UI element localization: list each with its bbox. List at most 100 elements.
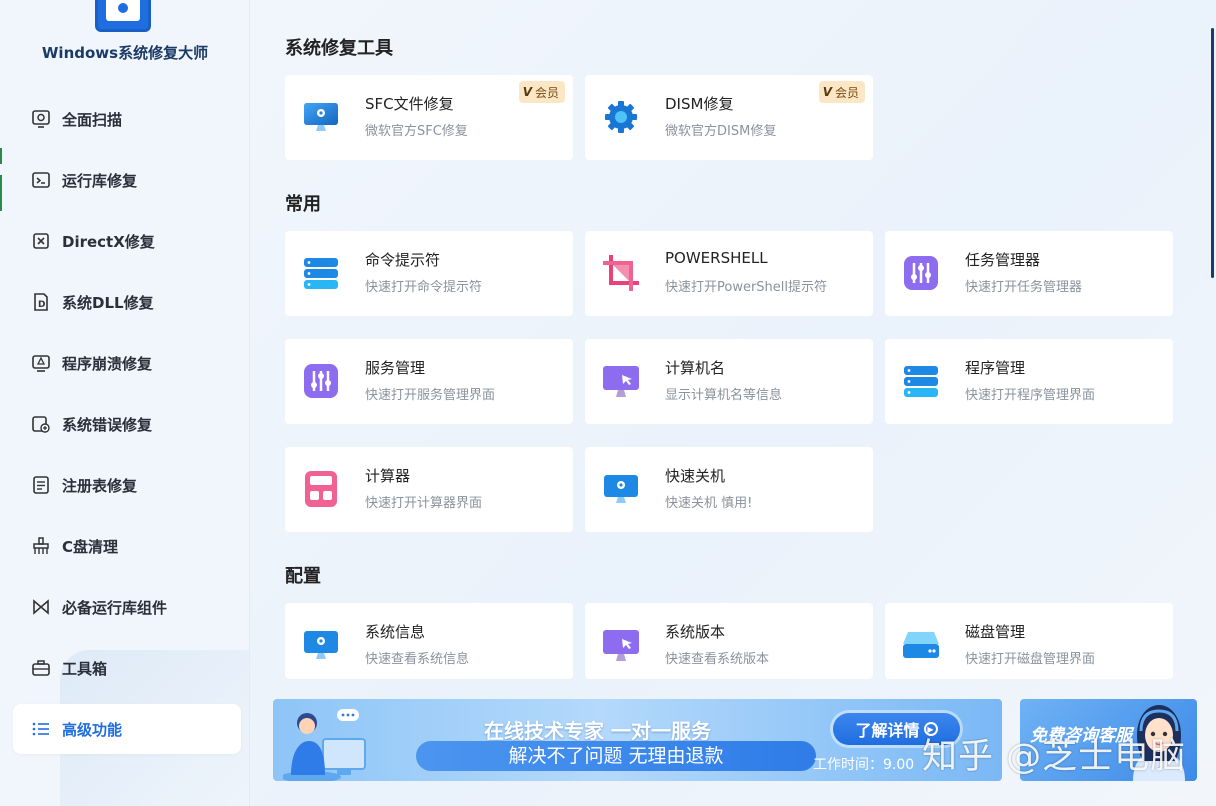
card-title: DISM修复 bbox=[665, 95, 734, 113]
monitor-cursor-icon bbox=[601, 361, 641, 401]
card-calculator[interactable]: 计算器 快速打开计算器界面 bbox=[285, 447, 573, 532]
vip-mark: V bbox=[522, 85, 532, 99]
card-title: 磁盘管理 bbox=[965, 623, 1026, 641]
components-icon bbox=[31, 597, 51, 617]
card-description: 快速打开计算器界面 bbox=[365, 496, 483, 511]
sidebar-item-dll-repair[interactable]: D 系统DLL修复 bbox=[13, 277, 241, 327]
crash-icon bbox=[31, 353, 51, 373]
working-hours: 工作时间：9.00 bbox=[813, 757, 915, 773]
sidebar-item-label: 注册表修复 bbox=[62, 476, 138, 495]
sidebar-item-label: 系统DLL修复 bbox=[62, 293, 154, 312]
terminal-icon bbox=[31, 170, 51, 190]
card-description: 快速打开PowerShell提示符 bbox=[665, 280, 828, 295]
window-edge-marker bbox=[0, 148, 2, 164]
scan-icon bbox=[31, 109, 51, 129]
sidebar-item-toolbox[interactable]: 工具箱 bbox=[13, 643, 241, 693]
section-title-config: 配置 bbox=[285, 566, 321, 587]
section-title-common: 常用 bbox=[285, 194, 321, 215]
sidebar-item-system-error-repair[interactable]: 系统错误修复 bbox=[13, 399, 241, 449]
card-description: 快速打开磁盘管理界面 bbox=[965, 652, 1096, 667]
card-description: 快速查看系统版本 bbox=[665, 652, 770, 667]
card-dism-repair[interactable]: DISM修复 微软官方DISM修复 V 会员 bbox=[585, 75, 873, 160]
card-title: 命令提示符 bbox=[365, 251, 441, 269]
card-powershell[interactable]: POWERSHELL 快速打开PowerShell提示符 bbox=[585, 231, 873, 316]
server-stack-icon bbox=[301, 253, 341, 293]
card-service-manager[interactable]: 服务管理 快速打开服务管理界面 bbox=[285, 339, 573, 424]
sidebar-item-label: 系统错误修复 bbox=[62, 415, 153, 434]
toolbox-icon bbox=[31, 658, 51, 678]
card-description: 快速打开命令提示符 bbox=[365, 280, 483, 295]
card-computer-name[interactable]: 计算机名 显示计算机名等信息 bbox=[585, 339, 873, 424]
card-quick-shutdown[interactable]: 快速关机 快速关机 慎用! bbox=[585, 447, 873, 532]
sidebar: Windows系统修复大师 全面扫描 运行库修复 DirectX修复 D 系统D… bbox=[0, 0, 250, 806]
card-title: 系统信息 bbox=[365, 623, 426, 641]
scrollbar-thumb[interactable] bbox=[1211, 28, 1214, 278]
card-description: 显示计算机名等信息 bbox=[665, 388, 783, 403]
learn-more-label: 了解详情 bbox=[855, 721, 920, 740]
card-title: POWERSHELL bbox=[665, 249, 768, 267]
vip-badge: V 会员 bbox=[518, 81, 565, 103]
monitor-gear-icon bbox=[301, 625, 341, 665]
main-content: 系统修复工具 SFC文件修复 微软官方SFC修复 V 会员 DISM修复 微软官方… bbox=[250, 0, 1216, 806]
card-program-manager[interactable]: 程序管理 快速打开程序管理界面 bbox=[885, 339, 1173, 424]
directx-icon bbox=[31, 231, 51, 251]
card-title: 服务管理 bbox=[365, 359, 426, 377]
vip-badge-label: 会员 bbox=[534, 85, 559, 100]
card-task-manager[interactable]: 任务管理器 快速打开任务管理器 bbox=[885, 231, 1173, 316]
vip-mark: V bbox=[822, 85, 832, 99]
monitor-gear-icon bbox=[301, 97, 341, 137]
card-title: 程序管理 bbox=[965, 359, 1026, 377]
card-disk-manager[interactable]: 磁盘管理 快速打开磁盘管理界面 bbox=[885, 603, 1173, 679]
card-title: 快速关机 bbox=[665, 467, 726, 485]
card-description: 快速打开任务管理器 bbox=[965, 280, 1083, 295]
card-description: 快速查看系统信息 bbox=[365, 652, 470, 667]
card-title: 计算机名 bbox=[665, 359, 726, 377]
sidebar-item-c-drive-clean[interactable]: C盘清理 bbox=[13, 521, 241, 571]
vip-badge-label: 会员 bbox=[834, 85, 859, 100]
card-title: SFC文件修复 bbox=[365, 95, 454, 113]
card-command-prompt[interactable]: 命令提示符 快速打开命令提示符 bbox=[285, 231, 573, 316]
card-title: 任务管理器 bbox=[965, 251, 1041, 269]
broom-icon bbox=[31, 536, 51, 556]
card-sfc-repair[interactable]: SFC文件修复 微软官方SFC修复 V 会员 bbox=[285, 75, 573, 160]
watermark-text: 知乎 @芝士电脑 bbox=[922, 737, 1187, 777]
monitor-gear-icon bbox=[601, 469, 641, 509]
sidebar-item-label: 高级功能 bbox=[62, 720, 123, 739]
card-description: 快速打开服务管理界面 bbox=[365, 388, 496, 403]
list-icon bbox=[31, 719, 51, 739]
hard-drive-icon bbox=[901, 625, 941, 665]
sidebar-item-label: DirectX修复 bbox=[62, 232, 155, 251]
sidebar-item-full-scan[interactable]: 全面扫描 bbox=[13, 94, 241, 144]
gear-icon bbox=[601, 97, 641, 137]
card-description: 微软官方DISM修复 bbox=[665, 124, 777, 139]
sidebar-item-label: 必备运行库组件 bbox=[62, 598, 168, 617]
support-banner[interactable]: 在线技术专家 一对一服务 解决不了问题 无理由退款 了解详情 ▶ 工作时间：9.… bbox=[273, 699, 1002, 781]
calculator-icon bbox=[301, 469, 341, 509]
monitor-cursor-icon bbox=[601, 625, 641, 665]
banner-subline: 解决不了问题 无理由退款 bbox=[416, 741, 816, 771]
server-stack-icon bbox=[901, 361, 941, 401]
window-edge-marker bbox=[0, 175, 2, 211]
scrollbar[interactable] bbox=[1200, 0, 1216, 690]
sidebar-item-label: C盘清理 bbox=[62, 537, 119, 556]
sidebar-item-runtime-components[interactable]: 必备运行库组件 bbox=[13, 582, 241, 632]
svg-text:D: D bbox=[38, 300, 45, 310]
card-system-info[interactable]: 系统信息 快速查看系统信息 bbox=[285, 603, 573, 679]
sidebar-item-directx-repair[interactable]: DirectX修复 bbox=[13, 216, 241, 266]
dll-icon: D bbox=[31, 292, 51, 312]
app-logo-icon bbox=[95, 0, 151, 32]
sidebar-item-runtime-repair[interactable]: 运行库修复 bbox=[13, 155, 241, 205]
app-title: Windows系统修复大师 bbox=[41, 44, 209, 62]
sidebar-item-crash-repair[interactable]: 程序崩溃修复 bbox=[13, 338, 241, 388]
card-title: 系统版本 bbox=[665, 623, 726, 641]
card-description: 快速关机 慎用! bbox=[665, 496, 753, 511]
vip-badge: V 会员 bbox=[818, 81, 865, 103]
card-system-version[interactable]: 系统版本 快速查看系统版本 bbox=[585, 603, 873, 679]
sidebar-item-advanced[interactable]: 高级功能 bbox=[13, 704, 241, 754]
section-title-repair: 系统修复工具 bbox=[285, 38, 393, 59]
sliders-icon bbox=[301, 361, 341, 401]
sidebar-menu: 全面扫描 运行库修复 DirectX修复 D 系统DLL修复 程序崩溃修复 系统… bbox=[13, 94, 241, 765]
card-title: 计算器 bbox=[365, 467, 411, 485]
error-icon bbox=[31, 414, 51, 434]
sidebar-item-registry-repair[interactable]: 注册表修复 bbox=[13, 460, 241, 510]
